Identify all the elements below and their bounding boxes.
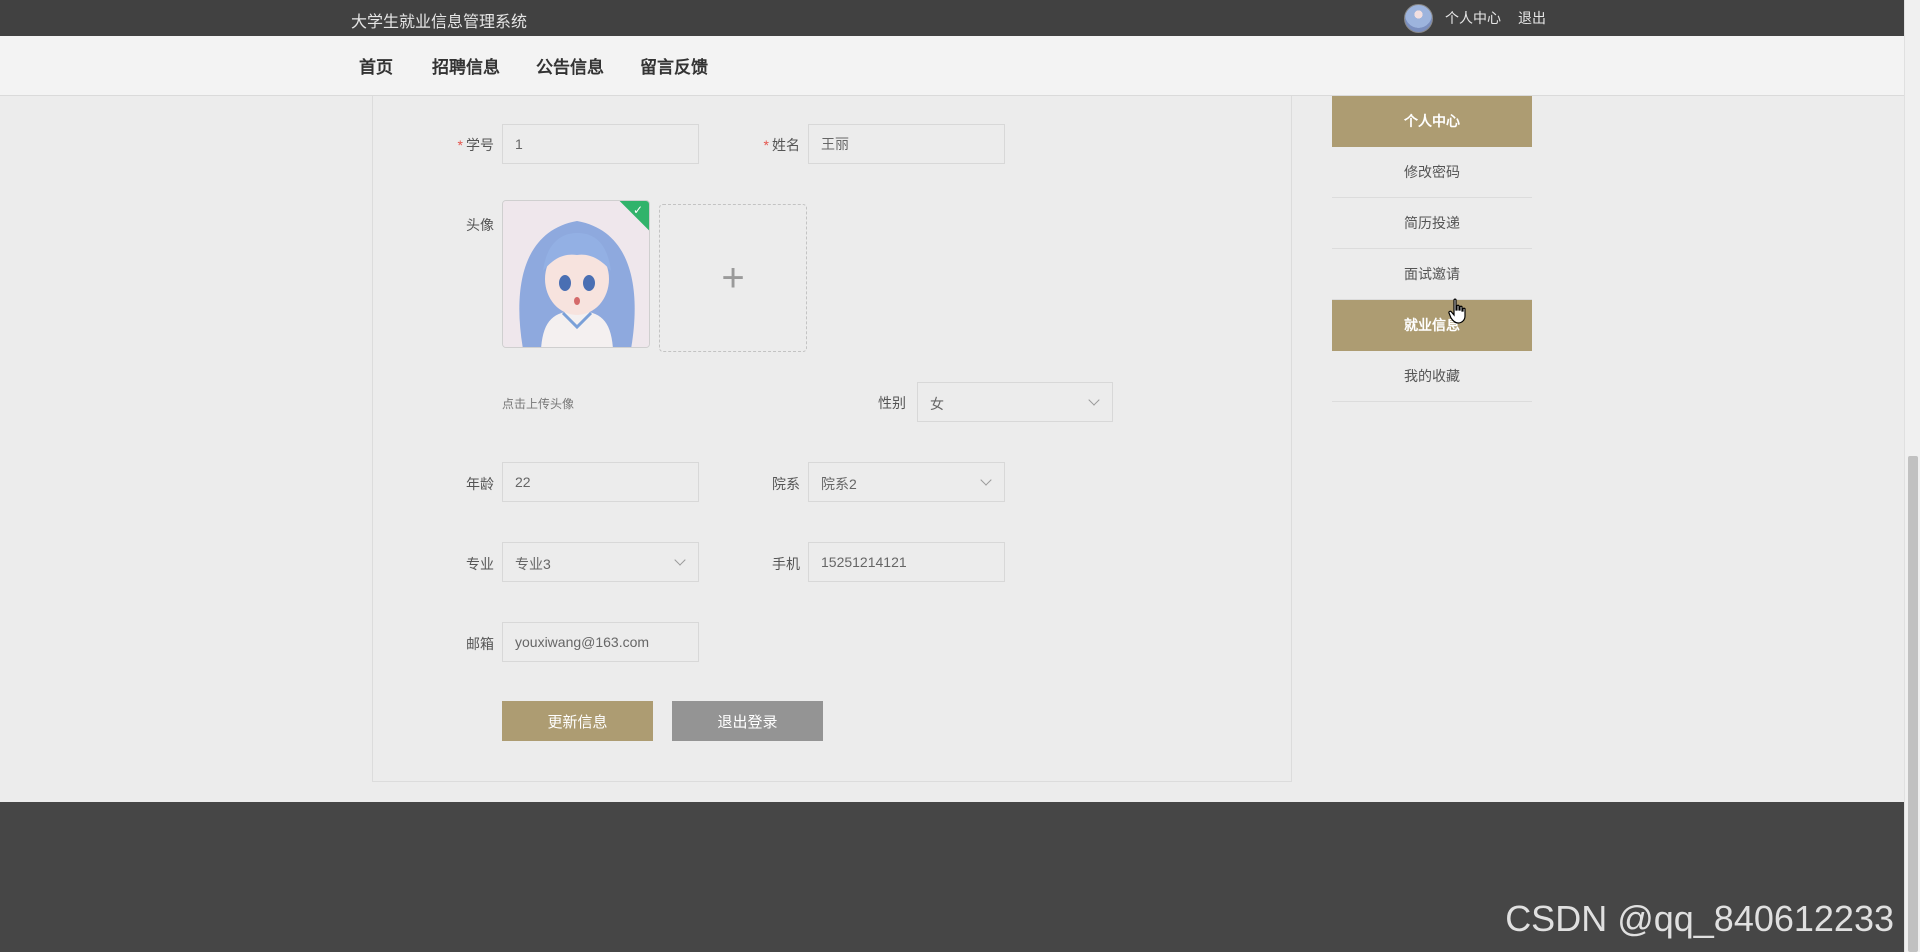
profile-panel xyxy=(372,96,1292,782)
nav-announcements[interactable]: 公告信息 xyxy=(536,53,604,78)
check-icon: ✓ xyxy=(632,203,643,217)
scrollbar-thumb[interactable] xyxy=(1908,456,1918,952)
side-menu-employment-info[interactable]: 就业信息 xyxy=(1332,300,1532,351)
anime-girl-illustration xyxy=(503,201,649,347)
gender-select[interactable]: 女 xyxy=(917,382,1113,422)
email-label: 邮箱 xyxy=(466,636,494,652)
department-value: 院系2 xyxy=(821,476,857,492)
personal-center-link[interactable]: 个人中心 xyxy=(1445,8,1501,28)
watermark: CSDN @qq_840612233 xyxy=(1505,898,1894,939)
phone-label: 手机 xyxy=(772,556,800,572)
major-select[interactable]: 专业3 xyxy=(502,542,699,582)
required-mark: * xyxy=(457,137,463,153)
side-menu-personal-center[interactable]: 个人中心 xyxy=(1332,96,1532,147)
phone-input[interactable] xyxy=(808,542,1005,582)
top-bar: 大学生就业信息管理系统 个人中心 退出 xyxy=(0,0,1904,36)
chevron-down-icon xyxy=(674,554,686,566)
student-id-label: * 学号 xyxy=(457,137,494,153)
major-value: 专业3 xyxy=(515,556,551,572)
avatar-upload-button[interactable]: + xyxy=(659,204,807,352)
update-info-button[interactable]: 更新信息 xyxy=(502,701,653,741)
nav-recruitment[interactable]: 招聘信息 xyxy=(432,53,500,78)
upload-hint: 点击上传头像 xyxy=(502,397,575,411)
chevron-down-icon xyxy=(980,474,992,486)
side-menu-interview-invitation[interactable]: 面试邀请 xyxy=(1332,249,1532,300)
avatar-label: 头像 xyxy=(466,217,494,233)
user-area: 个人中心 退出 xyxy=(1404,3,1563,33)
department-label: 院系 xyxy=(772,476,800,492)
page-footer: CSDN @qq_840612233 xyxy=(0,802,1904,952)
department-select[interactable]: 院系2 xyxy=(808,462,1005,502)
page-scrollbar[interactable] xyxy=(1904,0,1920,952)
gender-value: 女 xyxy=(930,396,944,412)
email-input[interactable] xyxy=(502,622,699,662)
required-mark: * xyxy=(763,137,769,153)
name-input[interactable] xyxy=(808,124,1005,164)
nav-home[interactable]: 首页 xyxy=(359,53,393,78)
main-nav: 首页 招聘信息 公告信息 留言反馈 xyxy=(0,36,1904,96)
avatar-image[interactable]: ✓ xyxy=(502,200,650,348)
age-label: 年龄 xyxy=(466,476,494,492)
hand-pointer-icon xyxy=(1448,298,1466,324)
site-title: 大学生就业信息管理系统 xyxy=(351,14,528,31)
age-input[interactable] xyxy=(502,462,699,502)
plus-icon: + xyxy=(721,255,745,300)
side-menu-favorites[interactable]: 我的收藏 xyxy=(1332,351,1532,402)
side-menu-resume-delivery[interactable]: 简历投递 xyxy=(1332,198,1532,249)
name-label: * 姓名 xyxy=(763,137,800,153)
logout-link[interactable]: 退出 xyxy=(1518,8,1546,28)
side-menu: 个人中心 修改密码 简历投递 面试邀请 就业信息 我的收藏 xyxy=(1332,96,1532,402)
side-menu-change-password[interactable]: 修改密码 xyxy=(1332,147,1532,198)
gender-label: 性别 xyxy=(878,395,906,411)
user-avatar[interactable] xyxy=(1404,3,1433,33)
major-label: 专业 xyxy=(466,556,494,572)
chevron-down-icon xyxy=(1088,394,1100,406)
nav-feedback[interactable]: 留言反馈 xyxy=(640,53,708,78)
student-id-input[interactable] xyxy=(502,124,699,164)
logout-button[interactable]: 退出登录 xyxy=(672,701,823,741)
